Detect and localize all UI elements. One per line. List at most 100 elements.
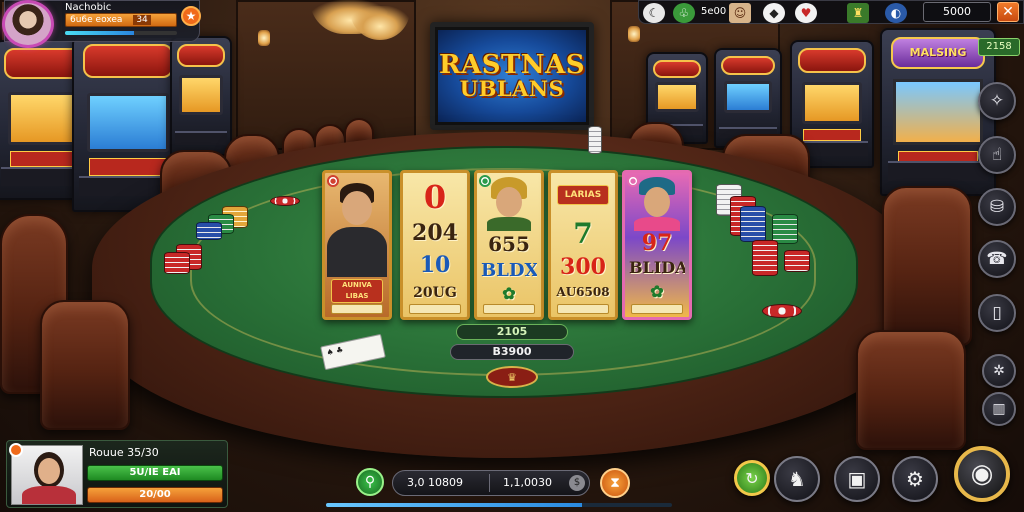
backpack-icon[interactable]: ▣: [834, 456, 880, 502]
felt-emblem: ♛: [486, 366, 538, 388]
pin-icon: [9, 443, 23, 457]
bet-bar: 3,0 10809 1,1,0030 $: [392, 470, 590, 496]
search-icon[interactable]: ⚲: [356, 468, 384, 496]
spin-progress-fill: [326, 503, 583, 507]
tv-title-line-1: RASTNAS: [438, 50, 586, 80]
slot-machine-marquee: [176, 44, 226, 68]
chip-stack[interactable]: [740, 206, 766, 242]
reel-4-symbol-3: AU6508: [556, 285, 610, 299]
reel-4[interactable]: LARIAS 7 300 AU6508: [548, 170, 618, 320]
slot-machine-screen: [178, 75, 224, 115]
reel-3-symbol-3: ✿: [502, 285, 516, 303]
slot-machine-banner: [803, 128, 861, 142]
opponent-panel: Rouue 35/30 5U/IE EAI 20/00: [6, 440, 228, 508]
slot-machine-marquee: [798, 48, 866, 73]
coin-shield-icon[interactable]: ⛁: [978, 188, 1016, 226]
bet-left-value: 3,0 10809: [407, 476, 463, 489]
chip-stack[interactable]: [752, 240, 778, 276]
bet-divider: [489, 474, 490, 492]
reel-2-symbol-2: 204: [412, 221, 458, 245]
featured-slot-screen: [893, 79, 983, 145]
slot-machine-marquee: [82, 44, 174, 79]
compass-icon[interactable]: ✧: [978, 82, 1016, 120]
reel-2-footer: [409, 304, 461, 314]
reel-pin-icon: ●: [627, 175, 639, 187]
player-xp-bar: [65, 31, 177, 35]
reel-character-portrait: [633, 177, 681, 231]
chip-stack[interactable]: [772, 214, 798, 244]
close-icon[interactable]: ✕: [997, 2, 1019, 22]
opponent-name: Rouue 35/30: [89, 446, 159, 459]
slot-machine-banner: [89, 158, 167, 176]
right-slot-badge: 2158: [978, 38, 1020, 56]
chip-stack[interactable]: [196, 222, 222, 240]
reel-5-footer: [631, 304, 683, 314]
single-chip[interactable]: [270, 196, 300, 206]
horse-icon[interactable]: ♞: [774, 456, 820, 502]
reel-character-portrait: [487, 177, 531, 231]
opponent-stat-green: 5U/IE EAI: [87, 465, 223, 481]
player-balance: 6u6e eoxea 34: [65, 13, 177, 27]
reel-1-plate: AUNIVA LIBAS: [331, 279, 383, 303]
gear-settings-icon[interactable]: ✲: [982, 354, 1016, 388]
slot-machine-screen: [723, 80, 773, 114]
reel-2-symbol-3: 10: [419, 253, 451, 277]
slot-machine-right-2[interactable]: [714, 48, 782, 148]
phone-icon[interactable]: ☎: [978, 240, 1016, 278]
player-avatar[interactable]: [2, 0, 54, 48]
tv-title-line-2: UBLANS: [459, 76, 565, 101]
hand-icon[interactable]: ☝: [978, 136, 1016, 174]
reel-3-symbol-2: BLDX: [481, 261, 537, 281]
reel-4-footer: [557, 304, 609, 314]
chart-icon[interactable]: ▥: [982, 392, 1016, 426]
reel-4-symbol-2: 300: [560, 255, 606, 279]
gift-icon[interactable]: ◆: [763, 3, 785, 23]
table-bet-display: B3900: [450, 344, 574, 360]
moon-icon[interactable]: ☾: [643, 3, 665, 23]
reel-2-symbol-4: 20UG: [413, 285, 457, 301]
reel-5-symbol-3: ✿: [650, 283, 664, 301]
featured-slot-title: MALSING: [890, 36, 986, 70]
wall-sconce-left: [258, 30, 270, 46]
coin-balance: 5000: [923, 2, 991, 22]
chip-stack[interactable]: [588, 126, 602, 154]
opponent-photo[interactable]: [11, 445, 83, 505]
slot-machine-base: [174, 130, 228, 145]
chip-stack[interactable]: [164, 252, 190, 274]
chair-front-left-2: [40, 300, 130, 430]
spin-icon[interactable]: ◉: [954, 446, 1010, 502]
reel-3-footer: [483, 304, 535, 314]
single-chip[interactable]: [762, 304, 802, 318]
player-balance-suffix: 34: [133, 15, 151, 25]
friend-avatar-icon[interactable]: ☺: [729, 3, 751, 23]
settings-icon[interactable]: ⚙: [892, 456, 938, 502]
door-icon[interactable]: ▯: [978, 294, 1016, 332]
coin-icon: $: [569, 475, 585, 491]
reel-5-symbol-2: BLIDA: [629, 259, 685, 277]
globe-icon[interactable]: ◐: [885, 3, 907, 23]
reel-5[interactable]: ● 97 BLIDA ✿: [622, 170, 692, 320]
slot-machine-screen: [801, 81, 863, 124]
wall-tv: RASTNAS UBLANS: [430, 22, 594, 130]
reel-3-symbol-1: 655: [488, 233, 530, 255]
reel-4-plate: LARIAS: [557, 185, 609, 205]
wall-sconce-right: [628, 26, 640, 42]
reel-1[interactable]: ● AUNIVA LIBAS: [322, 170, 392, 320]
slot-machine-left-3[interactable]: [170, 36, 232, 156]
spin-progress-bar: [326, 503, 672, 507]
chip-stack[interactable]: [784, 250, 810, 272]
heart-icon[interactable]: ♥: [795, 3, 817, 23]
star-icon[interactable]: ★: [181, 6, 201, 26]
slot-machine-screen: [654, 82, 700, 113]
leaf-icon[interactable]: ♧: [673, 3, 695, 23]
hourglass-icon[interactable]: ⧗: [600, 468, 630, 498]
reel-3[interactable]: ● 655 BLDX ✿: [474, 170, 544, 320]
slot-machine-base: [887, 161, 989, 181]
auto-spin-icon[interactable]: ↻: [734, 460, 770, 496]
trophy-icon[interactable]: ♜: [847, 3, 869, 23]
chair-front-right-2: [856, 330, 966, 450]
chair-front-right: [882, 186, 972, 346]
reel-4-symbol-1: 7: [573, 219, 593, 249]
reel-2[interactable]: 0 204 10 20UG: [400, 170, 470, 320]
player-balance-text: 6u6e eoxea: [70, 15, 123, 25]
